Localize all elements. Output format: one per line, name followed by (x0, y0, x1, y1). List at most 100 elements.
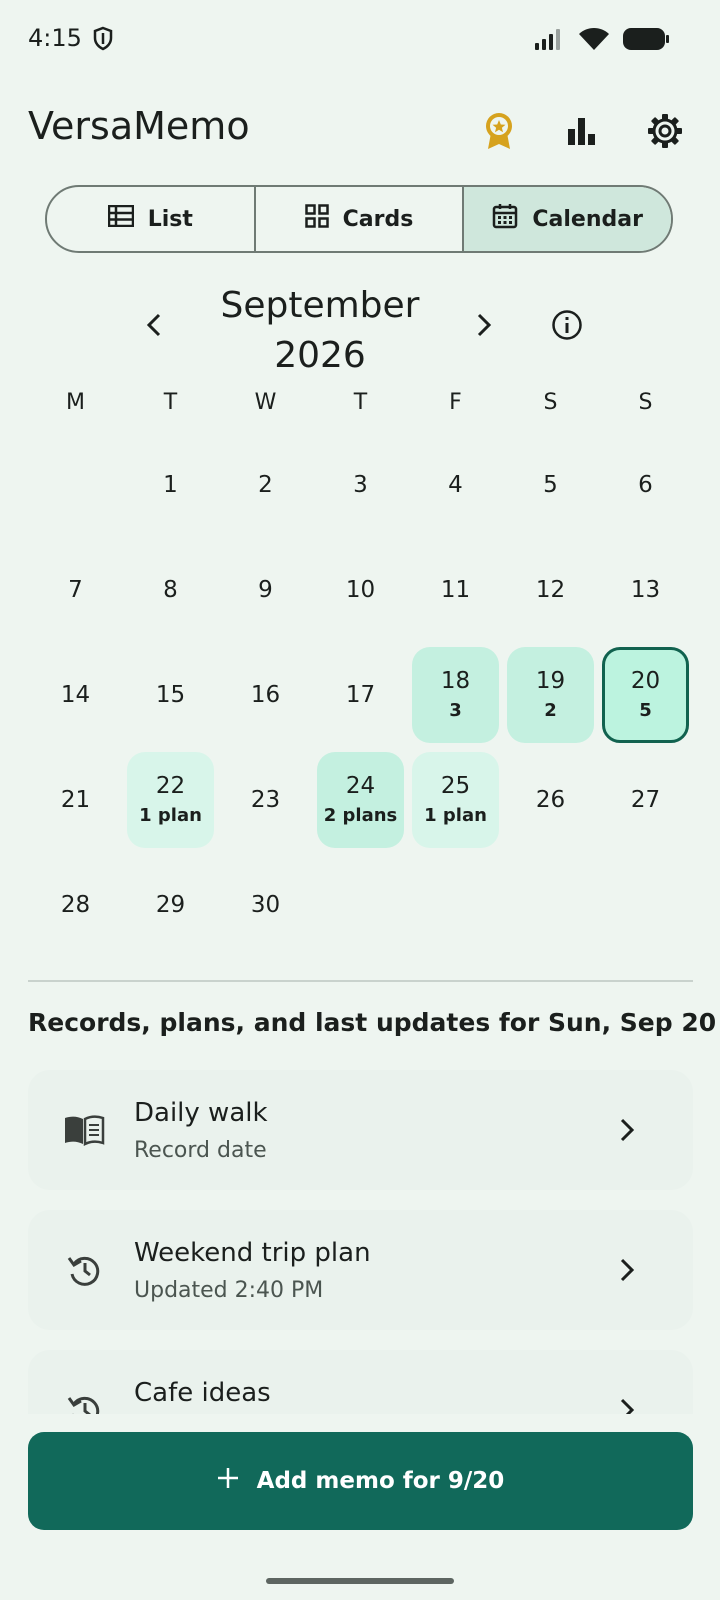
month-title: September 2026 (210, 281, 430, 381)
calendar-week: 28 29 30 (28, 852, 693, 957)
calendar-day-4[interactable]: 4 (408, 432, 503, 537)
day-number: 4 (448, 471, 463, 498)
day-number: 7 (68, 576, 83, 603)
home-indicator[interactable] (266, 1578, 454, 1584)
shield-icon (92, 26, 114, 56)
calendar-day-15[interactable]: 15 (123, 642, 218, 747)
calendar-day-21[interactable]: 21 (28, 747, 123, 852)
calendar-day-30[interactable]: 30 (218, 852, 313, 957)
day-cell: 17 (317, 647, 404, 743)
calendar-day-10[interactable]: 10 (313, 537, 408, 642)
add-memo-label: Add memo for 9/20 (256, 1468, 505, 1494)
calendar-day-11[interactable]: 11 (408, 537, 503, 642)
day-number: 1 (163, 471, 178, 498)
calendar-day-20[interactable]: 20 5 (598, 642, 693, 747)
calendar-icon (492, 203, 518, 235)
calendar-day-26[interactable]: 26 (503, 747, 598, 852)
calendar-day-12[interactable]: 12 (503, 537, 598, 642)
calendar-week: 7 8 9 10 11 12 13 (28, 537, 693, 642)
day-number: 10 (345, 576, 376, 603)
memo-title: Daily walk (134, 1098, 268, 1128)
day-cell: 28 (32, 857, 119, 953)
calendar-day-9[interactable]: 9 (218, 537, 313, 642)
day-cell: 22 1 plan (127, 751, 214, 848)
tab-list[interactable]: List (47, 187, 254, 251)
memo-title: Cafe ideas (134, 1378, 271, 1408)
calendar-day-24[interactable]: 24 2 plans (313, 747, 408, 852)
next-month-button[interactable] (462, 305, 506, 349)
calendar-day-3[interactable]: 3 (313, 432, 408, 537)
info-button[interactable] (545, 305, 589, 349)
day-number: 17 (345, 681, 376, 708)
calendar-day-27[interactable]: 27 (598, 747, 693, 852)
calendar-day-1[interactable]: 1 (123, 432, 218, 537)
day-number: 14 (60, 681, 91, 708)
calendar-day-6[interactable]: 6 (598, 432, 693, 537)
calendar-day-14[interactable]: 14 (28, 642, 123, 747)
chevron-right-icon (609, 1112, 645, 1148)
day-number: 11 (440, 576, 471, 603)
calendar-day-7[interactable]: 7 (28, 537, 123, 642)
calendar-day-29[interactable]: 29 (123, 852, 218, 957)
calendar-day-2[interactable]: 2 (218, 432, 313, 537)
calendar-day-16[interactable]: 16 (218, 642, 313, 747)
day-number: 24 (345, 773, 376, 799)
add-memo-button[interactable]: Add memo for 9/20 (28, 1432, 693, 1530)
list-item[interactable]: Daily walk Record date (28, 1070, 693, 1190)
signal-icon (534, 27, 566, 55)
day-cell: 25 1 plan (412, 751, 499, 848)
calendar-week: 21 22 1 plan 23 24 2 plans 25 1 plan 26 27 (28, 747, 693, 852)
day-cell: 24 2 plans (317, 751, 404, 848)
calendar-day-17[interactable]: 17 (313, 642, 408, 747)
memo-subtitle: Record date (134, 1138, 267, 1163)
day-number: 29 (155, 891, 186, 918)
day-cell: 23 (222, 752, 309, 848)
award-icon[interactable] (476, 108, 522, 154)
day-cell: 4 (412, 437, 499, 533)
calendar-day-13[interactable]: 13 (598, 537, 693, 642)
view-switcher: List Cards Calendar (45, 185, 673, 253)
weekday-label: S (543, 390, 558, 415)
day-cell: 30 (222, 857, 309, 953)
list-item[interactable]: Weekend trip plan Updated 2:40 PM (28, 1210, 693, 1330)
calendar-day-18[interactable]: 18 3 (408, 642, 503, 747)
day-number: 30 (250, 891, 281, 918)
plus-icon (217, 1467, 239, 1495)
chevron-left-icon (145, 312, 163, 342)
tab-calendar[interactable]: Calendar (462, 187, 671, 251)
calendar-day-19[interactable]: 19 2 (503, 642, 598, 747)
day-cell: 6 (602, 437, 689, 533)
day-cell: 21 (32, 752, 119, 848)
weekday-label: F (449, 390, 462, 415)
calendar-day-23[interactable]: 23 (218, 747, 313, 852)
calendar-empty-cell (313, 852, 408, 957)
day-number: 15 (155, 681, 186, 708)
day-cell: 12 (507, 542, 594, 638)
weekday-header: MTWTFSS (28, 390, 693, 415)
status-bar: 4:15 (0, 0, 720, 80)
day-number: 9 (258, 576, 273, 603)
selected-day: 20 5 (602, 646, 689, 743)
chevron-right-icon (609, 1252, 645, 1288)
month-year: 2026 (274, 335, 366, 376)
day-number: 8 (163, 576, 178, 603)
day-cell: 29 (127, 857, 214, 953)
stats-icon[interactable] (559, 108, 605, 154)
day-number: 12 (535, 576, 566, 603)
settings-icon[interactable] (642, 108, 688, 154)
calendar-day-25[interactable]: 25 1 plan (408, 747, 503, 852)
chevron-right-icon (609, 1392, 645, 1414)
calendar-day-8[interactable]: 8 (123, 537, 218, 642)
tab-cards[interactable]: Cards (253, 187, 463, 251)
tab-list-label: List (147, 206, 193, 232)
day-number: 20 (630, 668, 661, 694)
calendar-day-28[interactable]: 28 (28, 852, 123, 957)
list-item[interactable]: Cafe ideas (28, 1350, 693, 1414)
day-cell: 11 (412, 542, 499, 638)
day-cell: 3 (317, 437, 404, 533)
day-number: 16 (250, 681, 281, 708)
memo-subtitle: Updated 2:40 PM (134, 1278, 324, 1303)
calendar-day-5[interactable]: 5 (503, 432, 598, 537)
previous-month-button[interactable] (132, 305, 176, 349)
calendar-day-22[interactable]: 22 1 plan (123, 747, 218, 852)
